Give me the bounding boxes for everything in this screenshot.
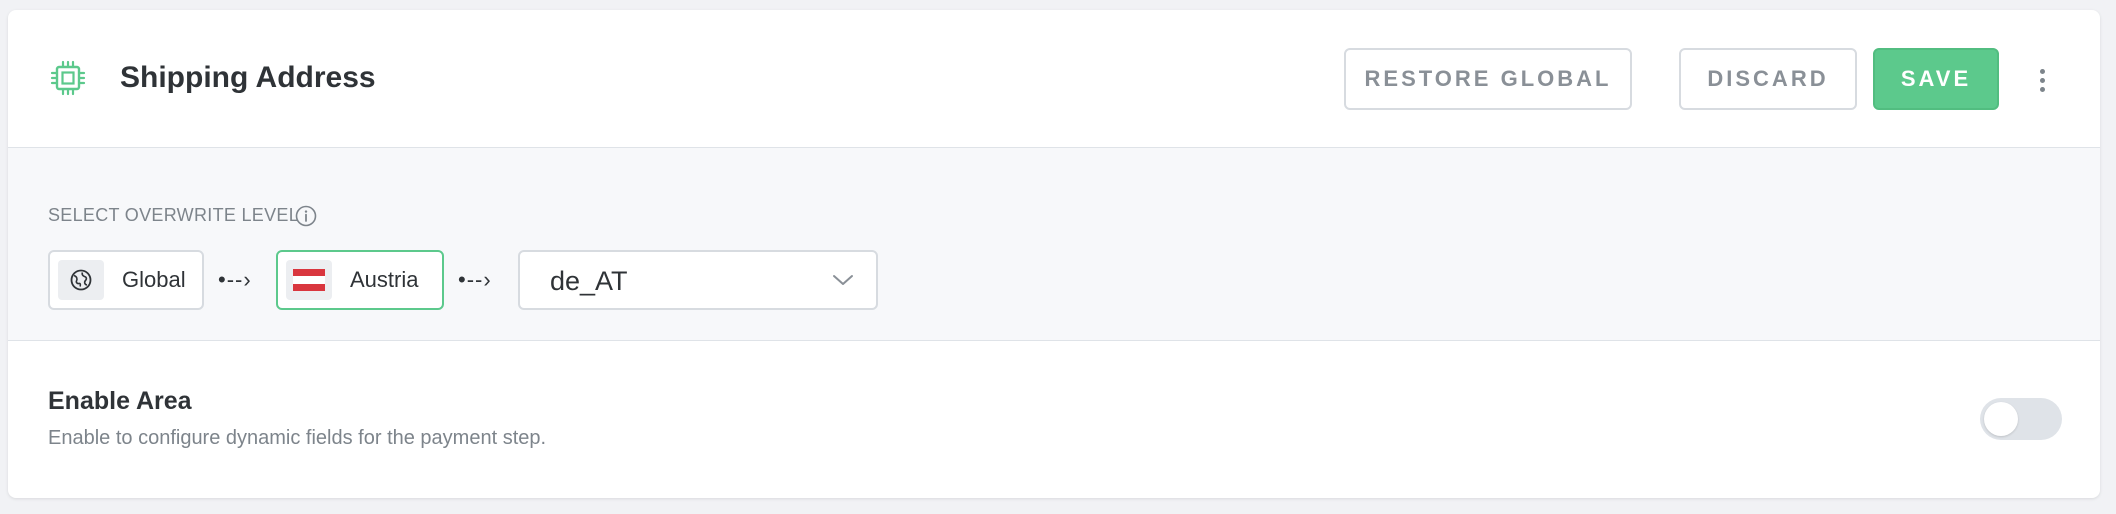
cpu-icon	[50, 60, 86, 96]
toggle-knob	[1984, 402, 2018, 436]
globe-icon	[70, 269, 92, 291]
level-austria-button[interactable]: Austria	[276, 250, 444, 310]
save-button[interactable]: SAVE	[1873, 48, 1999, 110]
page-title: Shipping Address	[120, 61, 376, 94]
level-global-label: Global	[122, 267, 186, 292]
level-austria-label: Austria	[350, 267, 419, 292]
flag-badge	[286, 260, 332, 300]
globe-badge	[58, 260, 104, 300]
austria-flag-icon	[293, 269, 325, 291]
card-header: Shipping Address RESTORE GLOBAL DISCARD …	[8, 10, 2100, 148]
level-separator: •--›	[218, 267, 252, 292]
locale-select[interactable]: de_AT	[518, 250, 878, 310]
overwrite-level-section: SELECT OVERWRITE LEVEL Global •--› Austr…	[8, 148, 2100, 341]
discard-button[interactable]: DISCARD	[1679, 48, 1857, 110]
settings-card: Shipping Address RESTORE GLOBAL DISCARD …	[8, 10, 2100, 498]
enable-area-title: Enable Area	[48, 387, 192, 415]
enable-area-description: Enable to configure dynamic fields for t…	[48, 427, 547, 449]
overwrite-level-label: SELECT OVERWRITE LEVEL	[48, 205, 300, 225]
more-options-icon[interactable]	[2030, 62, 2054, 98]
enable-area-toggle[interactable]	[1980, 398, 2062, 440]
info-icon[interactable]	[294, 204, 318, 228]
chevron-down-icon	[833, 275, 853, 285]
locale-selected-value: de_AT	[550, 266, 628, 296]
restore-global-button[interactable]: RESTORE GLOBAL	[1344, 48, 1632, 110]
level-separator: •--›	[458, 267, 492, 292]
level-global-button[interactable]: Global	[48, 250, 204, 310]
